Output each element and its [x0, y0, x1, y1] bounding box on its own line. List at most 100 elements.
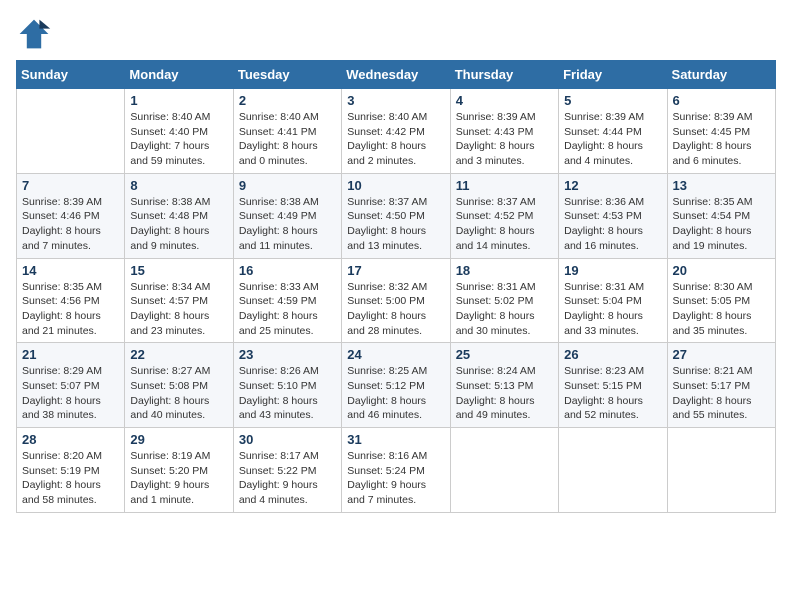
page-header — [16, 16, 776, 52]
day-number: 18 — [456, 263, 553, 278]
day-info: Sunrise: 8:34 AMSunset: 4:57 PMDaylight:… — [130, 280, 227, 339]
day-number: 10 — [347, 178, 444, 193]
calendar-cell: 26 Sunrise: 8:23 AMSunset: 5:15 PMDayligh… — [559, 343, 667, 428]
day-info: Sunrise: 8:36 AMSunset: 4:53 PMDaylight:… — [564, 195, 661, 254]
header-day-saturday: Saturday — [667, 61, 775, 89]
calendar-cell: 31 Sunrise: 8:16 AMSunset: 5:24 PMDayligh… — [342, 428, 450, 513]
day-info: Sunrise: 8:37 AMSunset: 4:50 PMDaylight:… — [347, 195, 444, 254]
calendar-cell: 5 Sunrise: 8:39 AMSunset: 4:44 PMDaylight… — [559, 89, 667, 174]
day-number: 15 — [130, 263, 227, 278]
week-row-5: 28 Sunrise: 8:20 AMSunset: 5:19 PMDayligh… — [17, 428, 776, 513]
day-number: 21 — [22, 347, 119, 362]
day-number: 28 — [22, 432, 119, 447]
calendar-table: SundayMondayTuesdayWednesdayThursdayFrid… — [16, 60, 776, 513]
calendar-cell: 30 Sunrise: 8:17 AMSunset: 5:22 PMDayligh… — [233, 428, 341, 513]
calendar-cell: 24 Sunrise: 8:25 AMSunset: 5:12 PMDayligh… — [342, 343, 450, 428]
calendar-cell: 13 Sunrise: 8:35 AMSunset: 4:54 PMDayligh… — [667, 173, 775, 258]
day-info: Sunrise: 8:38 AMSunset: 4:48 PMDaylight:… — [130, 195, 227, 254]
day-number: 2 — [239, 93, 336, 108]
calendar-cell — [17, 89, 125, 174]
day-info: Sunrise: 8:21 AMSunset: 5:17 PMDaylight:… — [673, 364, 770, 423]
calendar-cell: 11 Sunrise: 8:37 AMSunset: 4:52 PMDayligh… — [450, 173, 558, 258]
calendar-cell: 6 Sunrise: 8:39 AMSunset: 4:45 PMDaylight… — [667, 89, 775, 174]
day-number: 29 — [130, 432, 227, 447]
day-number: 24 — [347, 347, 444, 362]
calendar-cell: 9 Sunrise: 8:38 AMSunset: 4:49 PMDaylight… — [233, 173, 341, 258]
calendar-cell: 14 Sunrise: 8:35 AMSunset: 4:56 PMDayligh… — [17, 258, 125, 343]
day-info: Sunrise: 8:30 AMSunset: 5:05 PMDaylight:… — [673, 280, 770, 339]
day-number: 8 — [130, 178, 227, 193]
day-info: Sunrise: 8:17 AMSunset: 5:22 PMDaylight:… — [239, 449, 336, 508]
logo — [16, 16, 56, 52]
day-info: Sunrise: 8:37 AMSunset: 4:52 PMDaylight:… — [456, 195, 553, 254]
day-number: 31 — [347, 432, 444, 447]
day-number: 14 — [22, 263, 119, 278]
day-info: Sunrise: 8:39 AMSunset: 4:43 PMDaylight:… — [456, 110, 553, 169]
day-number: 3 — [347, 93, 444, 108]
day-info: Sunrise: 8:32 AMSunset: 5:00 PMDaylight:… — [347, 280, 444, 339]
day-number: 23 — [239, 347, 336, 362]
calendar-cell: 18 Sunrise: 8:31 AMSunset: 5:02 PMDayligh… — [450, 258, 558, 343]
day-number: 27 — [673, 347, 770, 362]
day-number: 1 — [130, 93, 227, 108]
day-info: Sunrise: 8:31 AMSunset: 5:02 PMDaylight:… — [456, 280, 553, 339]
logo-icon — [16, 16, 52, 52]
calendar-cell: 15 Sunrise: 8:34 AMSunset: 4:57 PMDayligh… — [125, 258, 233, 343]
day-info: Sunrise: 8:25 AMSunset: 5:12 PMDaylight:… — [347, 364, 444, 423]
day-number: 25 — [456, 347, 553, 362]
calendar-cell — [667, 428, 775, 513]
day-info: Sunrise: 8:35 AMSunset: 4:56 PMDaylight:… — [22, 280, 119, 339]
calendar-header: SundayMondayTuesdayWednesdayThursdayFrid… — [17, 61, 776, 89]
day-info: Sunrise: 8:35 AMSunset: 4:54 PMDaylight:… — [673, 195, 770, 254]
calendar-cell: 17 Sunrise: 8:32 AMSunset: 5:00 PMDayligh… — [342, 258, 450, 343]
calendar-cell: 21 Sunrise: 8:29 AMSunset: 5:07 PMDayligh… — [17, 343, 125, 428]
week-row-2: 7Sunrise: 8:39 AMSunset: 4:46 PMDaylight… — [17, 173, 776, 258]
day-number: 12 — [564, 178, 661, 193]
day-number: 26 — [564, 347, 661, 362]
header-day-thursday: Thursday — [450, 61, 558, 89]
calendar-cell: 4Sunrise: 8:39 AMSunset: 4:43 PMDaylight… — [450, 89, 558, 174]
day-info: Sunrise: 8:24 AMSunset: 5:13 PMDaylight:… — [456, 364, 553, 423]
calendar-cell: 8 Sunrise: 8:38 AMSunset: 4:48 PMDaylight… — [125, 173, 233, 258]
calendar-cell — [450, 428, 558, 513]
calendar-cell: 2Sunrise: 8:40 AMSunset: 4:41 PMDaylight… — [233, 89, 341, 174]
calendar-cell — [559, 428, 667, 513]
day-info: Sunrise: 8:19 AMSunset: 5:20 PMDaylight:… — [130, 449, 227, 508]
day-info: Sunrise: 8:38 AMSunset: 4:49 PMDaylight:… — [239, 195, 336, 254]
day-info: Sunrise: 8:39 AMSunset: 4:45 PMDaylight:… — [673, 110, 770, 169]
day-info: Sunrise: 8:27 AMSunset: 5:08 PMDaylight:… — [130, 364, 227, 423]
day-number: 7 — [22, 178, 119, 193]
header-row: SundayMondayTuesdayWednesdayThursdayFrid… — [17, 61, 776, 89]
calendar-cell: 25 Sunrise: 8:24 AMSunset: 5:13 PMDayligh… — [450, 343, 558, 428]
day-number: 11 — [456, 178, 553, 193]
calendar-cell: 1 Sunrise: 8:40 AMSunset: 4:40 PMDaylight… — [125, 89, 233, 174]
day-number: 13 — [673, 178, 770, 193]
day-info: Sunrise: 8:40 AMSunset: 4:42 PMDaylight:… — [347, 110, 444, 169]
calendar-cell: 7Sunrise: 8:39 AMSunset: 4:46 PMDaylight… — [17, 173, 125, 258]
day-number: 5 — [564, 93, 661, 108]
day-number: 20 — [673, 263, 770, 278]
calendar-cell: 12 Sunrise: 8:36 AMSunset: 4:53 PMDayligh… — [559, 173, 667, 258]
day-info: Sunrise: 8:39 AMSunset: 4:44 PMDaylight:… — [564, 110, 661, 169]
calendar-cell: 20 Sunrise: 8:30 AMSunset: 5:05 PMDayligh… — [667, 258, 775, 343]
day-number: 30 — [239, 432, 336, 447]
header-day-wednesday: Wednesday — [342, 61, 450, 89]
calendar-cell: 27 Sunrise: 8:21 AMSunset: 5:17 PMDayligh… — [667, 343, 775, 428]
day-info: Sunrise: 8:16 AMSunset: 5:24 PMDaylight:… — [347, 449, 444, 508]
day-number: 9 — [239, 178, 336, 193]
week-row-1: 1 Sunrise: 8:40 AMSunset: 4:40 PMDaylight… — [17, 89, 776, 174]
day-number: 22 — [130, 347, 227, 362]
calendar-body: 1 Sunrise: 8:40 AMSunset: 4:40 PMDaylight… — [17, 89, 776, 513]
calendar-cell: 28 Sunrise: 8:20 AMSunset: 5:19 PMDayligh… — [17, 428, 125, 513]
day-info: Sunrise: 8:29 AMSunset: 5:07 PMDaylight:… — [22, 364, 119, 423]
header-day-sunday: Sunday — [17, 61, 125, 89]
day-number: 17 — [347, 263, 444, 278]
day-info: Sunrise: 8:40 AMSunset: 4:40 PMDaylight:… — [130, 110, 227, 169]
calendar-cell: 22 Sunrise: 8:27 AMSunset: 5:08 PMDayligh… — [125, 343, 233, 428]
day-number: 6 — [673, 93, 770, 108]
calendar-cell: 29 Sunrise: 8:19 AMSunset: 5:20 PMDayligh… — [125, 428, 233, 513]
calendar-cell: 16Sunrise: 8:33 AMSunset: 4:59 PMDayligh… — [233, 258, 341, 343]
day-number: 16 — [239, 263, 336, 278]
day-info: Sunrise: 8:20 AMSunset: 5:19 PMDaylight:… — [22, 449, 119, 508]
day-info: Sunrise: 8:23 AMSunset: 5:15 PMDaylight:… — [564, 364, 661, 423]
